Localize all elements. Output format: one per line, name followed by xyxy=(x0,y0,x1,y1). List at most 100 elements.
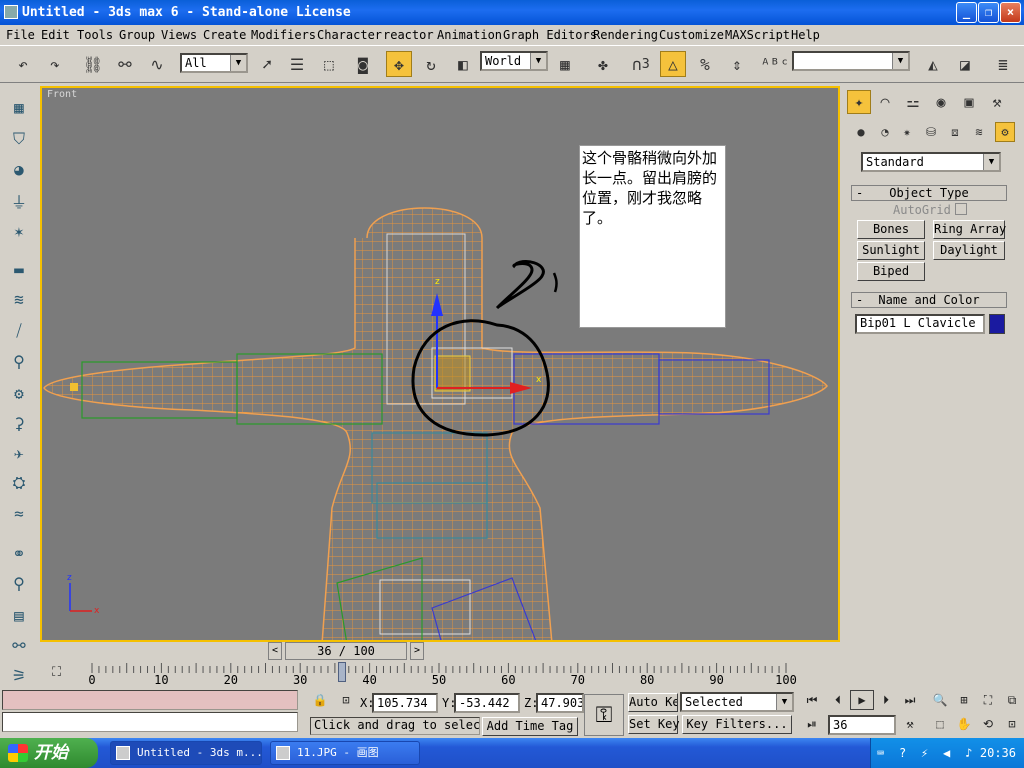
car-wheel-icon[interactable]: ⚞ xyxy=(6,662,32,688)
selection-filter-dropdown[interactable]: All ▼ xyxy=(180,53,248,73)
zoom-extents-all-icon[interactable]: ⧉ xyxy=(1000,690,1024,710)
next-frame-button[interactable]: > xyxy=(410,642,424,660)
create-tab-icon[interactable]: ✦ xyxy=(847,90,871,114)
menu-animation[interactable]: Animation xyxy=(437,28,502,42)
spring-icon[interactable]: ≋ xyxy=(6,286,32,312)
go-to-start-icon[interactable]: ⏮ xyxy=(800,690,824,710)
keyboard-icon[interactable]: ⌨ xyxy=(877,746,884,760)
object-color-swatch[interactable] xyxy=(989,314,1005,334)
help-icon[interactable]: ? xyxy=(899,746,906,760)
select-and-rotate-icon[interactable]: ↻ xyxy=(418,51,444,77)
absolute-mode-icon[interactable]: ⊡ xyxy=(334,690,358,710)
menu-character[interactable]: Character xyxy=(317,28,382,42)
menu-rendering[interactable]: Rendering xyxy=(593,28,658,42)
menu-customize[interactable]: Customize xyxy=(659,28,724,42)
autogrid-checkbox[interactable] xyxy=(955,203,967,215)
rectangular-selection-icon[interactable]: ⬚ xyxy=(316,51,342,77)
key-mode-dropdown[interactable]: Selected ▼ xyxy=(680,692,794,712)
menu-tools[interactable]: Tools xyxy=(77,28,113,42)
bind-to-space-warp-icon[interactable]: ∿ xyxy=(144,51,170,77)
modify-tab-icon[interactable]: ◠ xyxy=(873,90,897,114)
water-icon[interactable]: ⛭ xyxy=(6,470,32,496)
go-to-end-icon[interactable]: ⏭ xyxy=(898,690,922,710)
lock-icon[interactable]: 🔒 xyxy=(308,690,332,710)
angle-snap-icon[interactable]: △ xyxy=(660,51,686,77)
z-coordinate-field[interactable]: 47.903 xyxy=(536,693,584,713)
menu-edit[interactable]: Edit xyxy=(41,28,70,42)
auto-key-button[interactable]: Auto Key xyxy=(628,693,678,712)
object-type-rollout[interactable]: - Object Type xyxy=(851,185,1007,201)
fracture-icon[interactable]: ✈ xyxy=(6,440,32,466)
ragdoll-icon[interactable]: ⚭ xyxy=(6,540,32,566)
toy-car-icon[interactable]: ⚳ xyxy=(6,410,32,436)
point-to-point-icon[interactable]: ▤ xyxy=(6,602,32,628)
minimize-button[interactable]: _ xyxy=(956,2,977,23)
align-icon[interactable]: ◪ xyxy=(952,51,978,77)
constraint-icon[interactable]: ≈ xyxy=(6,500,32,526)
menu-maxscript[interactable]: MAXScript xyxy=(725,28,790,42)
space-warps-icon[interactable]: ≋ xyxy=(969,122,989,142)
deforming-mesh-icon[interactable]: ✶ xyxy=(6,218,32,244)
helpers-icon[interactable]: ⧈ xyxy=(945,122,965,142)
name-and-color-rollout[interactable]: - Name and Color xyxy=(851,292,1007,308)
track-bar[interactable]: ⛶ 0 10 20 30 40 50 60 70 80 90 100 xyxy=(40,661,840,691)
menu-reactor[interactable]: reactor xyxy=(383,28,434,42)
plane-icon[interactable]: ▬ xyxy=(6,256,32,282)
zoom-all-icon[interactable]: ⊞ xyxy=(952,690,976,710)
redo-icon[interactable]: ↷ xyxy=(42,51,68,77)
maximize-button[interactable]: ❐ xyxy=(978,2,999,23)
cloth-collection-icon[interactable]: ⛉ xyxy=(6,126,32,152)
arrow-left-icon[interactable]: ◀ xyxy=(943,746,950,760)
window-crossing-icon[interactable]: ◙ xyxy=(350,51,376,77)
maximize-viewport-icon[interactable]: ⊡ xyxy=(1000,714,1024,734)
rope-collection-icon[interactable]: ⏚ xyxy=(6,188,32,214)
daylight-button[interactable]: Daylight xyxy=(933,241,1005,260)
sunlight-button[interactable]: Sunlight xyxy=(857,241,925,260)
arc-rotate-icon[interactable]: ⟲ xyxy=(976,714,1000,734)
add-time-tag-button[interactable]: Add Time Tag xyxy=(482,717,578,736)
volume-icon[interactable]: ♪ xyxy=(965,746,972,760)
soft-body-collection-icon[interactable]: ◕ xyxy=(6,156,32,182)
time-configuration-icon[interactable]: ⚒ xyxy=(898,714,922,734)
category-dropdown[interactable]: Standard ▼ xyxy=(861,152,1001,172)
cameras-icon[interactable]: ⛁ xyxy=(921,122,941,142)
display-tab-icon[interactable]: ▣ xyxy=(957,90,981,114)
ring-array-button[interactable]: Ring Array xyxy=(933,220,1006,239)
set-keys-icon[interactable]: ⚿ xyxy=(584,694,624,736)
select-and-manipulate-icon[interactable]: ✤ xyxy=(590,51,616,77)
select-and-scale-icon[interactable]: ◧ xyxy=(450,51,476,77)
utilities-tab-icon[interactable]: ⚒ xyxy=(985,90,1009,114)
wind-icon[interactable]: ⚙ xyxy=(6,380,32,406)
app-icon[interactable] xyxy=(4,5,18,19)
x-coordinate-field[interactable]: 105.734 xyxy=(372,693,438,713)
select-by-name-icon[interactable]: ☰ xyxy=(284,51,310,77)
biped-button[interactable]: Biped xyxy=(857,262,925,281)
key-mode-toggle-icon[interactable]: ⏯ xyxy=(800,714,824,734)
play-icon[interactable]: ▶ xyxy=(850,690,874,710)
prismatic-icon[interactable]: ⚯ xyxy=(6,632,32,658)
y-coordinate-field[interactable]: -53.442 xyxy=(454,693,520,713)
bones-button[interactable]: Bones xyxy=(857,220,925,239)
maxscript-listener-mini[interactable] xyxy=(2,690,298,710)
current-time-marker[interactable] xyxy=(337,662,346,682)
maxscript-input-mini[interactable] xyxy=(2,712,298,732)
unlink-icon[interactable]: ⚯ xyxy=(112,51,138,77)
spinner-snap-icon[interactable]: ⇕ xyxy=(724,51,750,77)
lights-icon[interactable]: ✷ xyxy=(897,122,917,142)
task-3dsmax[interactable]: Untitled - 3ds m... xyxy=(110,741,262,765)
undo-icon[interactable]: ↶ xyxy=(10,51,36,77)
pan-icon[interactable]: ✋ xyxy=(952,714,976,734)
motion-tab-icon[interactable]: ◉ xyxy=(929,90,953,114)
shapes-icon[interactable]: ◔ xyxy=(875,122,895,142)
set-key-button[interactable]: Set Key xyxy=(628,715,680,734)
network-icon[interactable]: ⚡ xyxy=(921,746,928,760)
percent-snap-icon[interactable]: % xyxy=(692,51,718,77)
pivot-center-icon[interactable]: ▦ xyxy=(552,51,578,77)
zoom-icon[interactable]: 🔍 xyxy=(928,690,952,710)
viewport-label[interactable]: Front xyxy=(47,89,77,100)
zoom-extents-icon[interactable]: ⛶ xyxy=(976,690,1000,710)
geometry-icon[interactable]: ● xyxy=(851,122,871,142)
select-object-icon[interactable]: ➚ xyxy=(254,51,280,77)
task-paint[interactable]: 11.JPG - 画图 xyxy=(270,741,420,765)
hinge-icon[interactable]: ⚲ xyxy=(6,570,32,596)
